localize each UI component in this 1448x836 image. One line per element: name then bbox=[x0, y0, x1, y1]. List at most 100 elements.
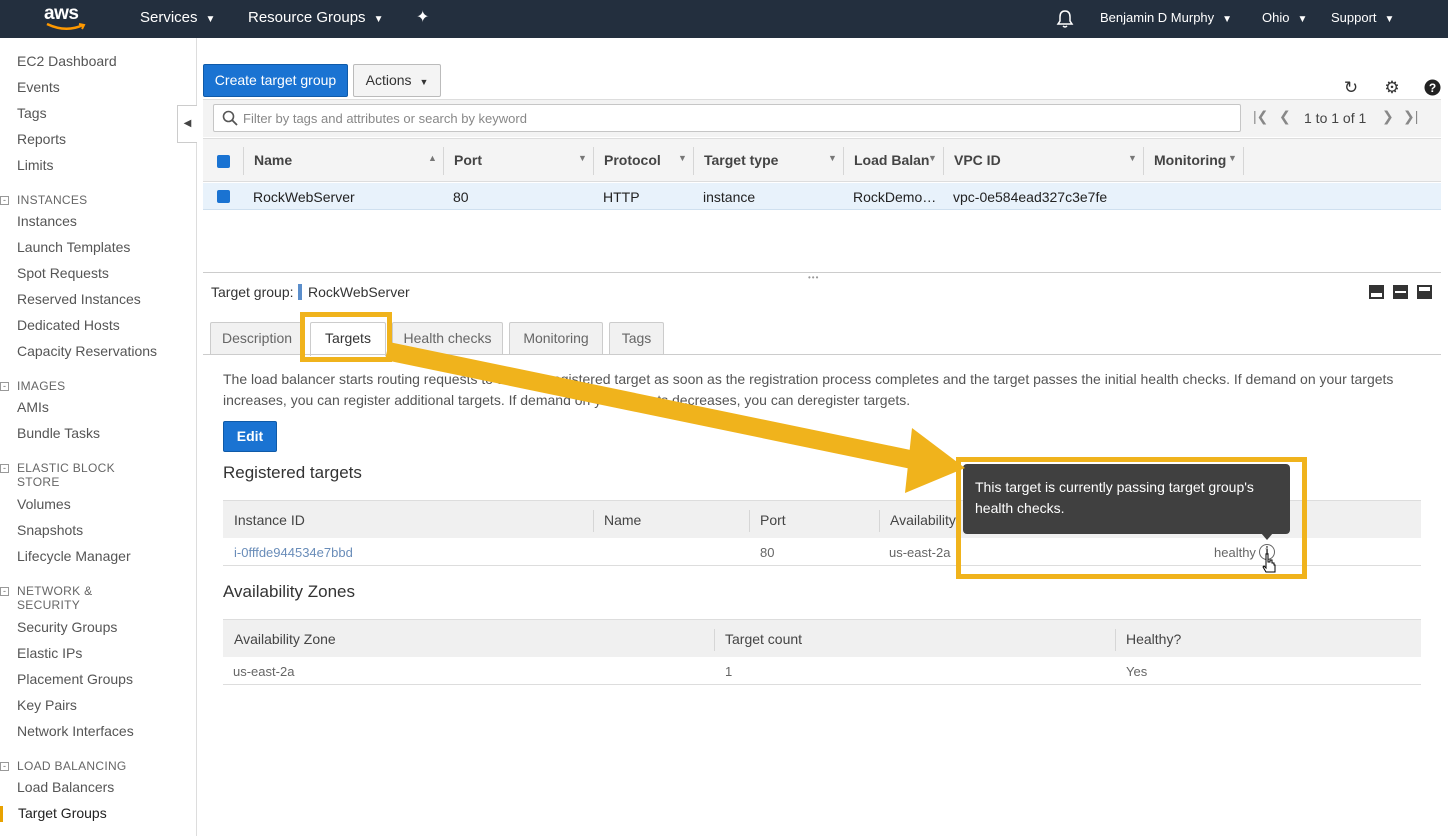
sidebar-item-volumes[interactable]: Volumes bbox=[17, 496, 71, 512]
column-header-port[interactable]: Port bbox=[760, 512, 786, 528]
gear-icon[interactable]: ⚙ bbox=[1383, 79, 1401, 97]
edit-button[interactable]: Edit bbox=[223, 421, 277, 452]
pane-splitter[interactable] bbox=[203, 272, 1441, 273]
sidebar-section-network-line1: NETWORK & bbox=[17, 584, 93, 598]
table-row: us-east-2a 1 Yes bbox=[223, 658, 1421, 685]
tab-description[interactable]: Description bbox=[210, 322, 304, 355]
sidebar-item-capacity-reservations[interactable]: Capacity Reservations bbox=[17, 343, 157, 359]
sidebar-item-ec2-dashboard[interactable]: EC2 Dashboard bbox=[17, 53, 117, 69]
chevron-down-icon: ▼ bbox=[205, 14, 216, 25]
tab-monitoring[interactable]: Monitoring bbox=[509, 322, 603, 355]
create-target-group-button[interactable]: Create target group bbox=[203, 64, 348, 97]
column-header-availability-zone[interactable]: Availability Zone bbox=[234, 631, 336, 647]
sidebar-item-snapshots[interactable]: Snapshots bbox=[17, 522, 83, 538]
resource-groups-label: Resource Groups bbox=[248, 9, 366, 26]
chevron-down-icon[interactable]: ▼ bbox=[678, 153, 687, 163]
row-checkbox[interactable] bbox=[217, 190, 230, 203]
column-header-target-count[interactable]: Target count bbox=[725, 631, 802, 647]
actions-dropdown[interactable]: Actions ▼ bbox=[353, 64, 441, 97]
column-header-load-balancer[interactable]: Load Balanc bbox=[854, 152, 929, 168]
collapse-section-icon[interactable]: - bbox=[0, 587, 9, 596]
pin-icon[interactable]: ✦ bbox=[416, 0, 429, 38]
services-label: Services bbox=[140, 9, 198, 26]
sidebar-item-events[interactable]: Events bbox=[17, 79, 60, 95]
sidebar-item-spot-requests[interactable]: Spot Requests bbox=[17, 265, 109, 281]
sidebar-item-key-pairs[interactable]: Key Pairs bbox=[17, 697, 77, 713]
sidebar-item-instances[interactable]: Instances bbox=[17, 213, 77, 229]
sidebar-item-amis[interactable]: AMIs bbox=[17, 399, 49, 415]
cell-vpc-id: vpc-0e584ead327c3e7fe bbox=[953, 189, 1108, 205]
tab-tags[interactable]: Tags bbox=[609, 322, 664, 355]
splitter-handle-icon[interactable]: ••• bbox=[808, 273, 819, 282]
select-all-checkbox[interactable] bbox=[217, 155, 230, 168]
sidebar-item-limits[interactable]: Limits bbox=[17, 157, 54, 173]
sidebar-item-dedicated-hosts[interactable]: Dedicated Hosts bbox=[17, 317, 120, 333]
cell-protocol: HTTP bbox=[603, 189, 640, 205]
support-menu[interactable]: Support ▼ bbox=[1331, 0, 1394, 38]
layout-top-icon[interactable] bbox=[1417, 285, 1432, 299]
active-indicator bbox=[0, 806, 3, 822]
filter-bar: Filter by tags and attributes or search … bbox=[203, 99, 1441, 137]
sidebar-item-launch-templates[interactable]: Launch Templates bbox=[17, 239, 130, 255]
sidebar-item-tags[interactable]: Tags bbox=[17, 105, 47, 121]
chevron-down-icon[interactable]: ▼ bbox=[1128, 153, 1137, 163]
chevron-down-icon[interactable]: ▼ bbox=[928, 153, 937, 163]
column-header-healthy[interactable]: Healthy? bbox=[1126, 631, 1181, 647]
column-header-name[interactable]: Name bbox=[604, 512, 641, 528]
tab-divider bbox=[203, 354, 1441, 355]
bell-icon[interactable] bbox=[1056, 0, 1074, 38]
column-header-name[interactable]: Name bbox=[254, 152, 292, 168]
next-page-icon[interactable]: ❯ bbox=[1382, 108, 1394, 125]
sidebar-item-security-groups[interactable]: Security Groups bbox=[17, 619, 117, 635]
sort-asc-icon[interactable]: ▲ bbox=[428, 153, 437, 163]
column-header-port[interactable]: Port bbox=[454, 152, 482, 168]
collapse-sidebar-button[interactable]: ◀ bbox=[177, 105, 197, 143]
layout-split-icon[interactable] bbox=[1393, 285, 1408, 299]
services-menu[interactable]: Services ▼ bbox=[140, 0, 215, 38]
sidebar-item-bundle-tasks[interactable]: Bundle Tasks bbox=[17, 425, 100, 441]
region-menu[interactable]: Ohio ▼ bbox=[1262, 0, 1307, 38]
sidebar-item-placement-groups[interactable]: Placement Groups bbox=[17, 671, 133, 687]
refresh-icon[interactable]: ↻ bbox=[1342, 79, 1360, 97]
column-header-availability[interactable]: Availability bbox=[890, 512, 956, 528]
column-header-vpc-id[interactable]: VPC ID bbox=[954, 152, 1001, 168]
prev-page-icon[interactable]: ❮ bbox=[1279, 108, 1291, 125]
layout-bottom-icon[interactable] bbox=[1369, 285, 1384, 299]
sidebar-item-reports[interactable]: Reports bbox=[17, 131, 66, 147]
column-header-protocol[interactable]: Protocol bbox=[604, 152, 661, 168]
chevron-down-icon: ▼ bbox=[1384, 14, 1395, 25]
chevron-down-icon[interactable]: ▼ bbox=[1228, 153, 1237, 163]
collapse-section-icon[interactable]: - bbox=[0, 382, 9, 391]
last-page-icon[interactable]: ❯| bbox=[1403, 108, 1418, 125]
detail-target-group-name: RockWebServer bbox=[308, 284, 410, 300]
table-row[interactable]: RockWebServer 80 HTTP instance RockDemo…… bbox=[203, 183, 1441, 210]
column-header-instance-id[interactable]: Instance ID bbox=[234, 512, 305, 528]
column-header-monitoring[interactable]: Monitoring bbox=[1154, 152, 1226, 168]
sidebar: EC2 Dashboard Events Tags Reports Limits… bbox=[0, 38, 197, 836]
tooltip-arrow bbox=[1261, 533, 1273, 540]
collapse-section-icon[interactable]: - bbox=[0, 464, 9, 473]
sidebar-item-network-interfaces[interactable]: Network Interfaces bbox=[17, 723, 134, 739]
search-icon bbox=[222, 110, 238, 126]
user-menu[interactable]: Benjamin D Murphy ▼ bbox=[1100, 0, 1232, 38]
collapse-section-icon[interactable]: - bbox=[0, 196, 9, 205]
collapse-section-icon[interactable]: - bbox=[0, 762, 9, 771]
sidebar-item-target-groups[interactable]: Target Groups bbox=[18, 805, 107, 821]
aws-logo[interactable]: aws bbox=[44, 3, 88, 33]
instance-id-link[interactable]: i-0fffde944534e7bbd bbox=[234, 545, 353, 560]
sidebar-item-elastic-ips[interactable]: Elastic IPs bbox=[17, 645, 82, 661]
chevron-down-icon[interactable]: ▼ bbox=[828, 153, 837, 163]
sidebar-item-lifecycle-manager[interactable]: Lifecycle Manager bbox=[17, 548, 131, 564]
sidebar-item-reserved-instances[interactable]: Reserved Instances bbox=[17, 291, 141, 307]
health-tooltip: This target is currently passing target … bbox=[963, 464, 1290, 534]
chevron-down-icon[interactable]: ▼ bbox=[578, 153, 587, 163]
column-header-target-type[interactable]: Target type bbox=[704, 152, 778, 168]
first-page-icon[interactable]: |❮ bbox=[1253, 108, 1268, 125]
sidebar-item-load-balancers[interactable]: Load Balancers bbox=[17, 779, 114, 795]
search-input[interactable]: Filter by tags and attributes or search … bbox=[213, 104, 1241, 132]
registered-targets-title: Registered targets bbox=[223, 463, 362, 482]
tab-health-checks[interactable]: Health checks bbox=[392, 322, 503, 355]
tab-targets[interactable]: Targets bbox=[310, 322, 386, 356]
help-icon[interactable]: ? bbox=[1423, 79, 1441, 97]
resource-groups-menu[interactable]: Resource Groups ▼ bbox=[248, 0, 383, 38]
